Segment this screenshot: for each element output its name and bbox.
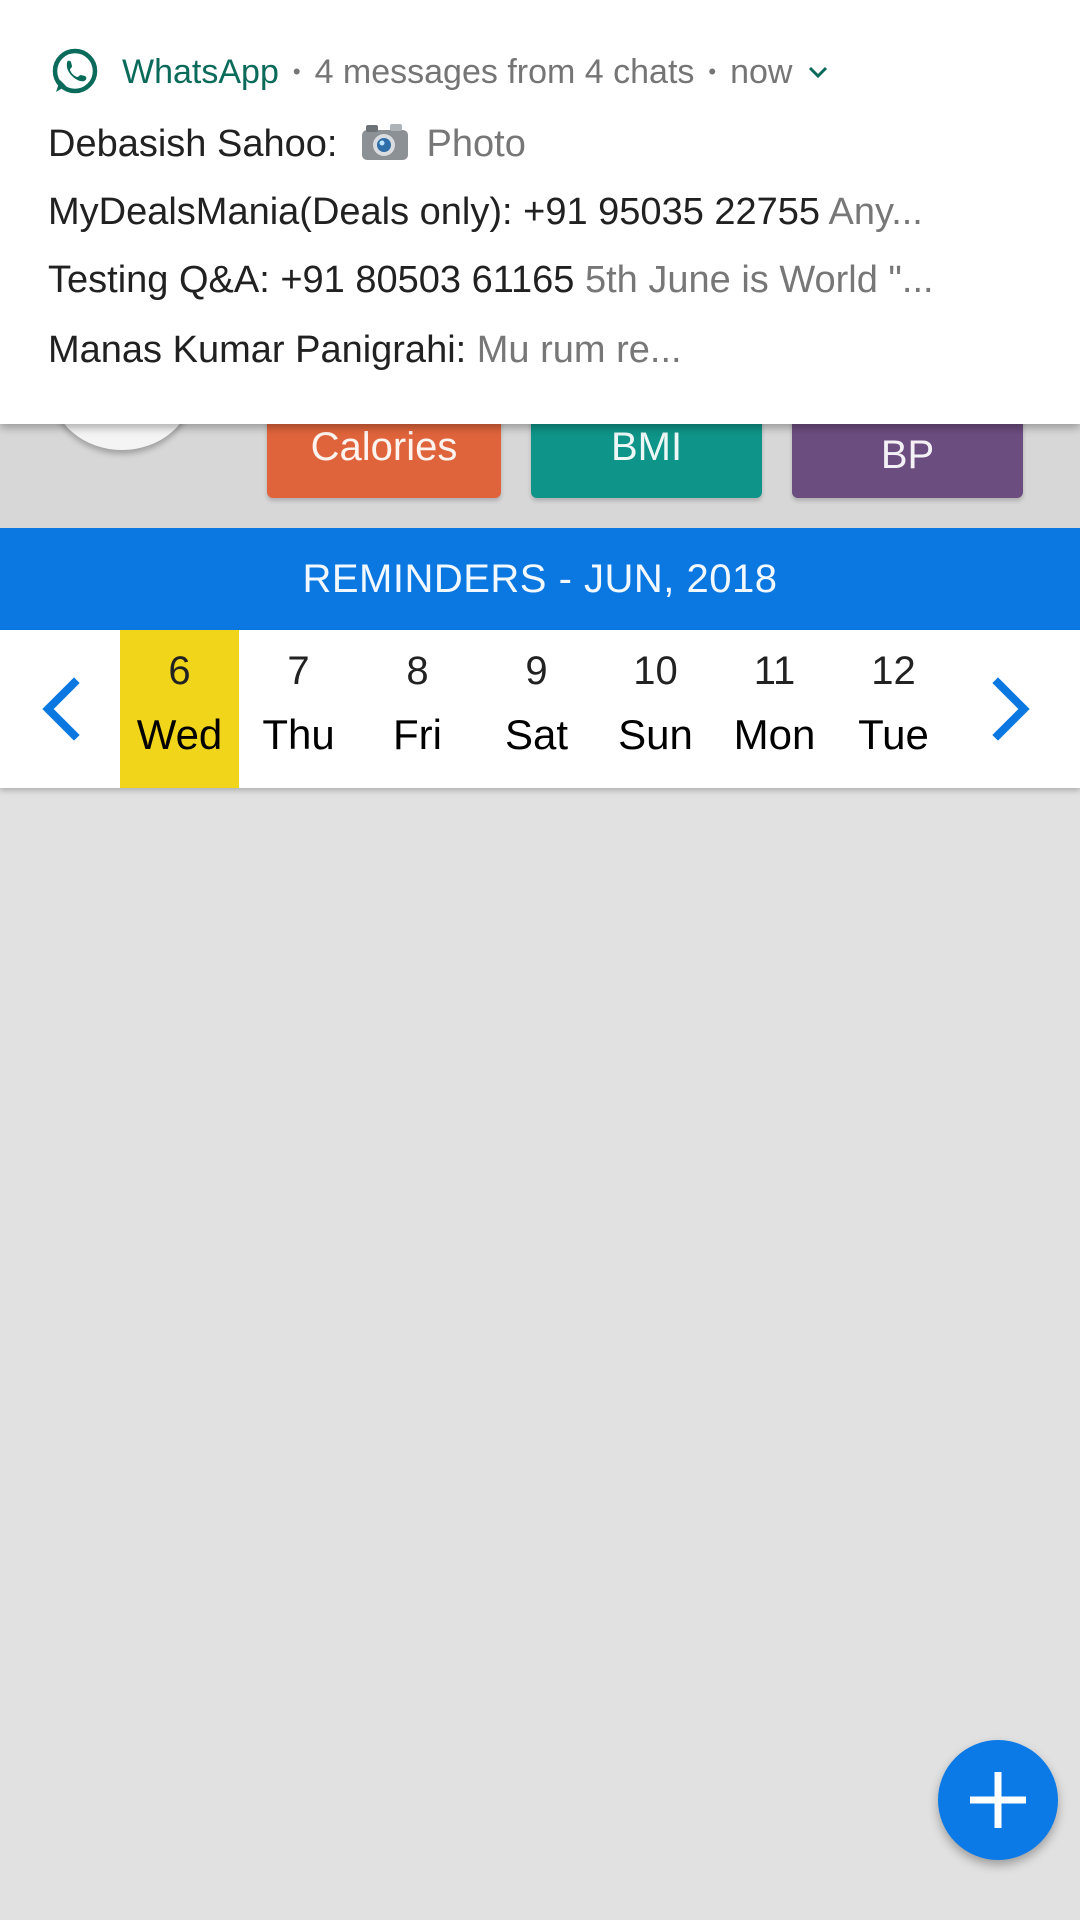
day-name: Tue [858,711,929,758]
day-number: 9 [525,649,548,693]
notification-time: now [730,52,793,91]
reminders-header: REMINDERS - JUN, 2018 [0,528,1080,630]
previous-week-button[interactable] [0,630,120,788]
camera-icon [361,124,408,160]
notification-message: Testing Q&A: +91 80503 61165 5th June is… [48,254,1048,306]
bmi-label: BMI [610,425,683,469]
calendar-day[interactable]: 6 Wed [120,630,239,788]
day-number: 7 [287,649,310,693]
next-week-button[interactable] [952,630,1072,788]
notification-header: WhatsApp • 4 messages from 4 chats • now [48,44,830,100]
notification-app-name: WhatsApp [122,52,279,91]
calories-label: Calories [310,425,458,469]
message-sender: Debasish Sahoo: [48,123,338,165]
message-preview: 5th June is World "... [584,259,934,301]
separator-dot: • [292,59,301,84]
separator-dot: • [708,59,717,84]
calendar-day[interactable]: 7 Thu [239,630,358,788]
day-name: Thu [262,711,335,758]
day-number: 8 [406,649,429,693]
bp-label: BP [880,433,935,477]
whatsapp-notification[interactable]: WhatsApp • 4 messages from 4 chats • now… [0,0,1080,424]
message-sender: Testing Q&A: +91 80503 61165 [48,259,575,301]
calendar-strip: 6 Wed 7 Thu 8 Fri 9 Sat 10 Sun 11 Mon 12… [0,630,1080,788]
day-number: 12 [871,649,916,693]
notification-message: Debasish Sahoo: Photo [48,118,1048,170]
chevron-right-icon [992,677,1030,741]
day-name: Mon [733,711,816,758]
expand-chevron-icon[interactable] [806,64,830,80]
days-row: 6 Wed 7 Thu 8 Fri 9 Sat 10 Sun 11 Mon 12… [120,630,953,788]
notification-message: MyDealsMania(Deals only): +91 95035 2275… [48,186,1048,238]
message-sender: MyDealsMania(Deals only): +91 95035 2275… [48,191,821,233]
plus-icon [970,1772,1026,1828]
day-name: Sun [618,711,693,758]
message-sender: Manas Kumar Panigrahi: [48,329,467,371]
day-number: 10 [633,649,678,693]
message-preview: Photo [426,123,526,165]
calendar-day[interactable]: 10 Sun [596,630,715,788]
whatsapp-icon [52,48,98,94]
day-name: Wed [136,711,223,758]
chevron-left-icon [42,677,80,741]
notification-summary: 4 messages from 4 chats [314,52,695,91]
calendar-day[interactable]: 9 Sat [477,630,596,788]
calendar-day[interactable]: 12 Tue [834,630,953,788]
message-preview: Any... [828,191,923,233]
calendar-day[interactable]: 8 Fri [358,630,477,788]
reminders-title: REMINDERS - JUN, 2018 [302,556,778,601]
calendar-day[interactable]: 11 Mon [715,630,834,788]
day-name: Fri [393,711,442,758]
notification-message: Manas Kumar Panigrahi: Mu rum re... [48,324,1048,376]
day-number: 11 [753,649,796,693]
message-preview: Mu rum re... [476,329,682,371]
add-reminder-button[interactable] [938,1740,1058,1860]
day-number: 6 [168,649,191,693]
day-name: Sat [504,711,569,758]
